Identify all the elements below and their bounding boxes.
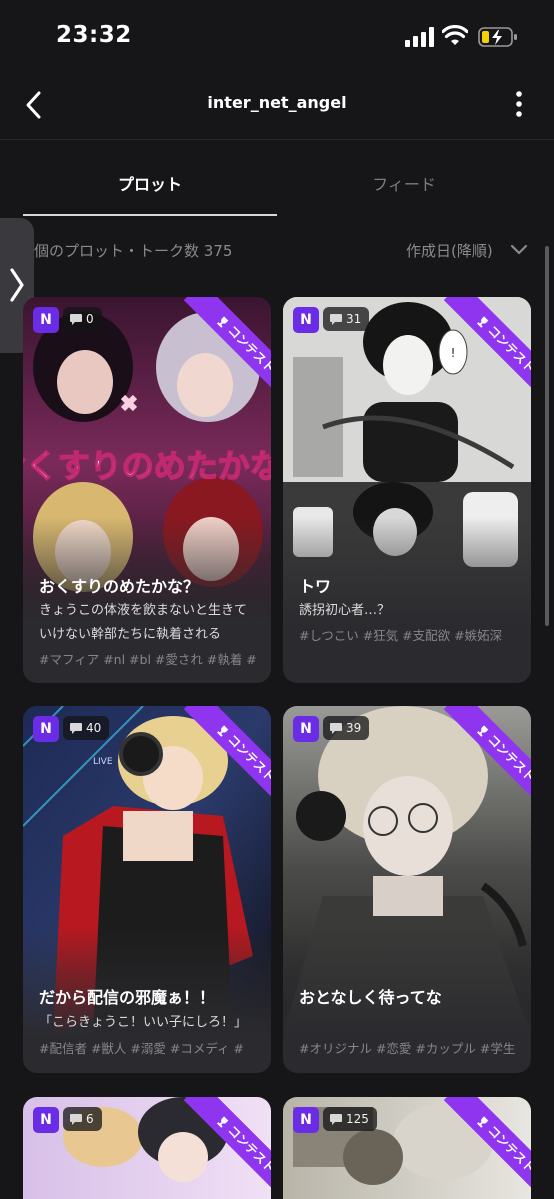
comment-icon bbox=[330, 314, 342, 325]
card-title: おくすりのめたかな？ bbox=[39, 577, 200, 596]
contest-label: コンテスト bbox=[485, 732, 531, 785]
comment-icon bbox=[70, 1114, 82, 1125]
page-title: inter_net_angel bbox=[207, 93, 347, 112]
card-tags: #オリジナル #恋愛 #カップル #学生 bbox=[299, 1041, 516, 1056]
card-title: だから配信の邪魔ぁ！！ bbox=[39, 988, 216, 1007]
cover-title-art: おくすりのめたかな? bbox=[23, 447, 271, 485]
card-tags: #マフィア #nl #bl #愛され #執着 # bbox=[39, 652, 257, 667]
cellular-signal-icon bbox=[405, 27, 434, 47]
tab-plots[interactable]: プロット bbox=[23, 160, 277, 216]
contest-label: コンテスト bbox=[225, 732, 271, 785]
comment-icon bbox=[70, 314, 82, 325]
new-badge: N bbox=[293, 1107, 319, 1133]
contest-ribbon: コンテスト bbox=[161, 297, 271, 407]
new-badge: N bbox=[293, 716, 319, 742]
comment-count: 0 bbox=[63, 307, 102, 331]
wifi-icon bbox=[442, 25, 468, 45]
chevron-down-icon[interactable] bbox=[510, 243, 528, 257]
card-tags: #配信者 #獣人 #溺愛 #コメディ # bbox=[39, 1041, 244, 1056]
plot-card[interactable]: LIVE N 40 コンテスト だから配信の邪魔ぁ！！ 「こらきょうこ！いい子に… bbox=[23, 706, 271, 1073]
card-description: きょうこの体液を飲まないと生きていけない幹部たちに執着される bbox=[39, 603, 248, 642]
new-badge: N bbox=[33, 716, 59, 742]
image-shade bbox=[283, 926, 531, 1036]
battery-charging-icon bbox=[478, 27, 517, 47]
card-title: トワ bbox=[299, 577, 332, 596]
comment-count-value: 39 bbox=[346, 721, 362, 735]
more-options-icon[interactable] bbox=[508, 90, 530, 120]
comment-count-value: 40 bbox=[86, 721, 102, 735]
contest-label: コンテスト bbox=[485, 323, 531, 376]
status-bar: 23:32 bbox=[0, 0, 554, 70]
comment-icon bbox=[330, 723, 342, 734]
contest-ribbon: コンテスト bbox=[421, 297, 531, 407]
tab-feed[interactable]: フィード bbox=[277, 160, 531, 216]
comment-count-value: 6 bbox=[86, 1112, 94, 1126]
scrollbar[interactable] bbox=[545, 246, 549, 626]
new-badge: N bbox=[293, 307, 319, 333]
card-description: 「こらきょうこ！いい子にしろ！」 bbox=[39, 1015, 248, 1030]
plot-count-summary: 個のプロット・トーク数 375 bbox=[34, 242, 233, 260]
contest-ribbon: コンテスト bbox=[421, 706, 531, 816]
new-badge: N bbox=[33, 1107, 59, 1133]
contest-ribbon: コンテスト bbox=[161, 1097, 271, 1199]
plot-card[interactable]: ! N 31 コンテスト トワ 誘拐初心者…？ #しつこい #狂気 #支配欲 #… bbox=[283, 297, 531, 683]
nav-header: inter_net_angel bbox=[0, 80, 554, 140]
comment-count: 39 bbox=[323, 716, 370, 740]
comment-count-value: 125 bbox=[346, 1112, 369, 1126]
new-badge: N bbox=[33, 307, 59, 333]
status-time: 23:32 bbox=[56, 22, 132, 48]
contest-label: コンテスト bbox=[485, 1123, 531, 1176]
sort-dropdown[interactable]: 作成日(降順) bbox=[406, 240, 493, 261]
card-description: 誘拐初心者…？ bbox=[299, 603, 391, 618]
comment-count-value: 0 bbox=[86, 312, 94, 326]
plot-card[interactable]: N 125 コンテスト bbox=[283, 1097, 531, 1199]
comment-count-value: 31 bbox=[346, 312, 362, 326]
comment-count: 31 bbox=[323, 307, 370, 331]
contest-label: コンテスト bbox=[225, 323, 271, 376]
plot-card[interactable]: おくすりのめたかな? N 0 コンテスト おくすりのめたかな？ きょうこの体液を… bbox=[23, 297, 271, 683]
tab-bar: プロット フィード bbox=[0, 160, 554, 216]
contest-ribbon: コンテスト bbox=[421, 1097, 531, 1199]
plot-card[interactable]: N 6 コンテスト bbox=[23, 1097, 271, 1199]
comment-count: 40 bbox=[63, 716, 110, 740]
card-tags: #しつこい #狂気 #支配欲 #嫉妬深 bbox=[299, 628, 503, 643]
comment-count: 6 bbox=[63, 1107, 102, 1131]
comment-icon bbox=[330, 1114, 342, 1125]
comment-count: 125 bbox=[323, 1107, 377, 1131]
contest-label: コンテスト bbox=[225, 1123, 271, 1176]
card-title: おとなしく待ってな bbox=[299, 988, 442, 1007]
contest-ribbon: コンテスト bbox=[161, 706, 271, 816]
plot-card[interactable]: N 39 コンテスト おとなしく待ってな #オリジナル #恋愛 #カップル #学… bbox=[283, 706, 531, 1073]
comment-icon bbox=[70, 723, 82, 734]
live-sign-art: LIVE bbox=[93, 757, 113, 767]
